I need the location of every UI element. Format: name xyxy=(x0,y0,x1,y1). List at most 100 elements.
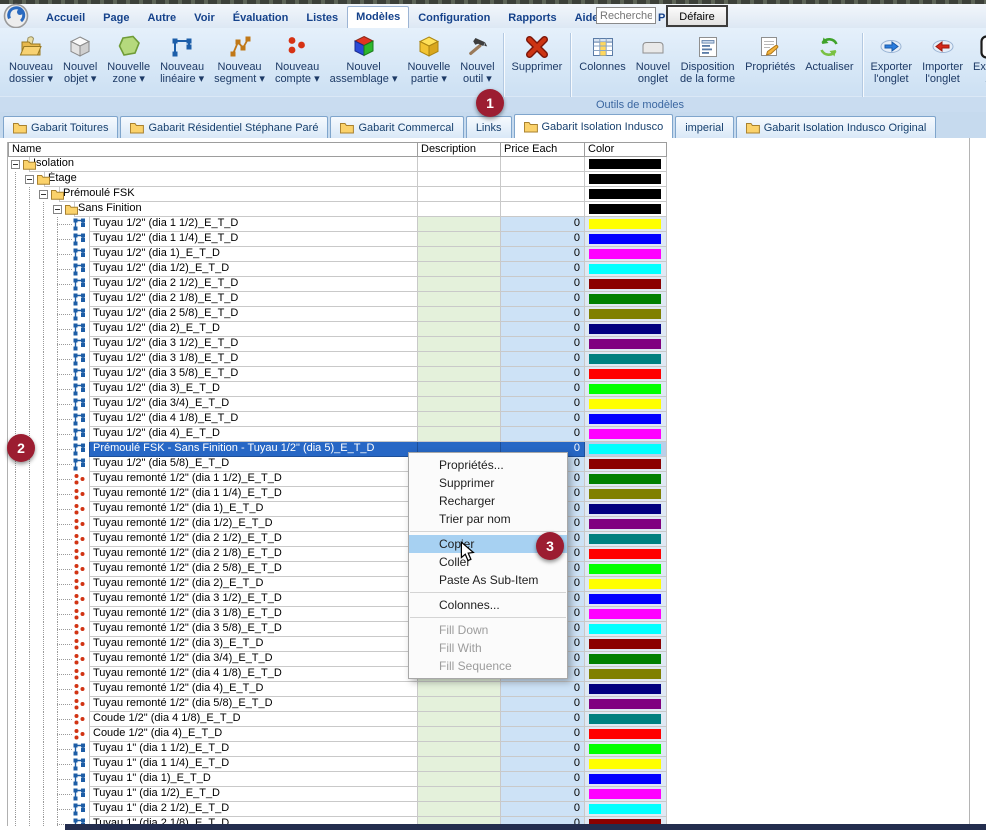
name-cell[interactable]: Tuyau 1" (dia 1 1/2)_E_T_D xyxy=(89,742,418,757)
ribbon-button-nouvelle-partie[interactable]: Nouvellepartie ▾ xyxy=(402,32,455,87)
name-cell[interactable]: Tuyau remonté 1/2" (dia 3 1/8)_E_T_D xyxy=(89,607,418,622)
price-cell[interactable]: 0 xyxy=(501,742,585,757)
color-cell[interactable] xyxy=(585,652,667,667)
name-cell[interactable]: Tuyau 1" (dia 2 1/2)_E_T_D xyxy=(89,802,418,817)
price-cell[interactable]: 0 xyxy=(501,397,585,412)
color-cell[interactable] xyxy=(585,772,667,787)
name-cell[interactable]: Tuyau 1/2" (dia 3/4)_E_T_D xyxy=(89,397,418,412)
description-cell[interactable] xyxy=(418,367,501,382)
description-cell[interactable] xyxy=(418,322,501,337)
name-cell[interactable]: Tuyau 1/2" (dia 3 5/8)_E_T_D xyxy=(89,367,418,382)
price-cell[interactable]: 0 xyxy=(501,307,585,322)
name-cell[interactable]: Tuyau remonté 1/2" (dia 4 1/8)_E_T_D xyxy=(89,667,418,682)
ribbon-button-nouvel-objet[interactable]: Nouvelobjet ▾ xyxy=(58,32,102,87)
color-cell[interactable] xyxy=(585,517,667,532)
color-cell[interactable] xyxy=(585,757,667,772)
menu-tab-accueil[interactable]: Accueil xyxy=(37,7,94,28)
description-cell[interactable] xyxy=(418,802,501,817)
color-cell[interactable] xyxy=(585,262,667,277)
column-header-color[interactable]: Color xyxy=(585,142,667,157)
name-cell[interactable]: Prémoulé FSK xyxy=(59,187,418,202)
description-cell[interactable] xyxy=(418,217,501,232)
description-cell[interactable] xyxy=(418,712,501,727)
description-cell[interactable] xyxy=(418,247,501,262)
ribbon-button-supprimer[interactable]: Supprimer xyxy=(507,32,568,76)
description-cell[interactable] xyxy=(418,202,501,217)
name-cell[interactable]: Tuyau remonté 1/2" (dia 2)_E_T_D xyxy=(89,577,418,592)
menu-tab-rapports[interactable]: Rapports xyxy=(499,7,565,28)
ribbon-button-nouveau-lineaire[interactable]: Nouveaulinéaire ▾ xyxy=(155,32,209,87)
expand-box[interactable] xyxy=(25,175,34,184)
color-cell[interactable] xyxy=(585,367,667,382)
color-cell[interactable] xyxy=(585,247,667,262)
name-cell[interactable]: Tuyau remonté 1/2" (dia 5/8)_E_T_D xyxy=(89,697,418,712)
name-cell[interactable]: Tuyau 1/2" (dia 2 5/8)_E_T_D xyxy=(89,307,418,322)
color-cell[interactable] xyxy=(585,562,667,577)
name-cell[interactable]: Sans Finition xyxy=(74,202,418,217)
description-cell[interactable] xyxy=(418,772,501,787)
ribbon-button-nouvelle-zone[interactable]: Nouvellezone ▾ xyxy=(102,32,155,87)
color-cell[interactable] xyxy=(585,412,667,427)
description-cell[interactable] xyxy=(418,412,501,427)
context-menu-item-paste-as-sub-item[interactable]: Paste As Sub-Item xyxy=(409,571,567,589)
description-cell[interactable] xyxy=(418,262,501,277)
name-cell[interactable]: Tuyau remonté 1/2" (dia 1 1/2)_E_T_D xyxy=(89,472,418,487)
description-cell[interactable] xyxy=(418,157,501,172)
name-cell[interactable]: Tuyau 1/2" (dia 2)_E_T_D xyxy=(89,322,418,337)
ribbon-button-proprietes[interactable]: Propriétés xyxy=(740,32,800,76)
color-cell[interactable] xyxy=(585,157,667,172)
doc-tab-gabarit-isolation-indusco[interactable]: Gabarit Isolation Indusco xyxy=(514,114,674,138)
price-cell[interactable]: 0 xyxy=(501,427,585,442)
price-cell[interactable] xyxy=(501,172,585,187)
color-cell[interactable] xyxy=(585,442,667,457)
price-cell[interactable] xyxy=(501,187,585,202)
description-cell[interactable] xyxy=(418,682,501,697)
name-cell[interactable]: Tuyau remonté 1/2" (dia 3 5/8)_E_T_D xyxy=(89,622,418,637)
color-cell[interactable] xyxy=(585,187,667,202)
menu-tab-autre[interactable]: Autre xyxy=(138,7,185,28)
price-cell[interactable]: 0 xyxy=(501,772,585,787)
color-cell[interactable] xyxy=(585,637,667,652)
color-cell[interactable] xyxy=(585,667,667,682)
color-cell[interactable] xyxy=(585,532,667,547)
doc-tab-links[interactable]: Links xyxy=(466,116,512,138)
column-header-name[interactable]: Name xyxy=(8,142,418,157)
name-cell[interactable]: Tuyau 1/2" (dia 1/2)_E_T_D xyxy=(89,262,418,277)
color-cell[interactable] xyxy=(585,172,667,187)
name-cell[interactable]: Tuyau remonté 1/2" (dia 1)_E_T_D xyxy=(89,502,418,517)
name-cell[interactable]: Tuyau 1/2" (dia 3 1/8)_E_T_D xyxy=(89,352,418,367)
name-cell[interactable]: Tuyau 1/2" (dia 1 1/4)_E_T_D xyxy=(89,232,418,247)
name-cell[interactable]: Tuyau remonté 1/2" (dia 3/4)_E_T_D xyxy=(89,652,418,667)
name-cell[interactable]: Tuyau 1" (dia 1 1/4)_E_T_D xyxy=(89,757,418,772)
color-cell[interactable] xyxy=(585,382,667,397)
name-cell[interactable]: Coude 1/2" (dia 4 1/8)_E_T_D xyxy=(89,712,418,727)
description-cell[interactable] xyxy=(418,187,501,202)
name-cell[interactable]: Tuyau remonté 1/2" (dia 2 1/8)_E_T_D xyxy=(89,547,418,562)
context-menu-item-proprietes[interactable]: Propriétés... xyxy=(409,456,567,474)
description-cell[interactable] xyxy=(418,427,501,442)
ribbon-button-colonnes[interactable]: Colonnes xyxy=(574,32,630,76)
price-cell[interactable]: 0 xyxy=(501,232,585,247)
color-cell[interactable] xyxy=(585,547,667,562)
color-cell[interactable] xyxy=(585,592,667,607)
name-cell[interactable]: Tuyau 1/2" (dia 3)_E_T_D xyxy=(89,382,418,397)
price-cell[interactable]: 0 xyxy=(501,757,585,772)
column-header-price-each[interactable]: Price Each xyxy=(501,142,585,157)
color-cell[interactable] xyxy=(585,202,667,217)
price-cell[interactable]: 0 xyxy=(501,277,585,292)
name-cell[interactable]: Tuyau 1/2" (dia 4 1/8)_E_T_D xyxy=(89,412,418,427)
color-cell[interactable] xyxy=(585,787,667,802)
description-cell[interactable] xyxy=(418,172,501,187)
color-cell[interactable] xyxy=(585,232,667,247)
color-cell[interactable] xyxy=(585,622,667,637)
color-cell[interactable] xyxy=(585,697,667,712)
price-cell[interactable]: 0 xyxy=(501,292,585,307)
color-cell[interactable] xyxy=(585,322,667,337)
description-cell[interactable] xyxy=(418,232,501,247)
description-cell[interactable] xyxy=(418,382,501,397)
ribbon-button-importer-l-onglet[interactable]: Importerl'onglet xyxy=(917,32,968,87)
color-cell[interactable] xyxy=(585,337,667,352)
color-cell[interactable] xyxy=(585,487,667,502)
undo-button[interactable]: Défaire xyxy=(666,5,728,27)
price-cell[interactable] xyxy=(501,202,585,217)
